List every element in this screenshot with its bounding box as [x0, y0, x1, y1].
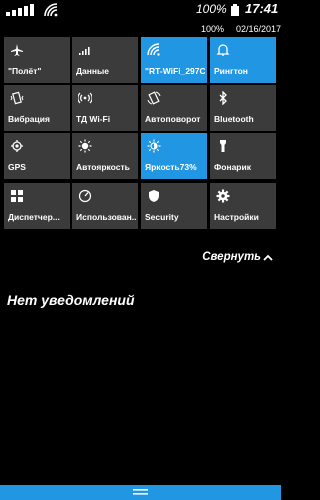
wifi-icon	[147, 43, 160, 56]
tile-label: Security	[145, 212, 179, 222]
tile-label: Использован...	[76, 212, 136, 222]
speedometer-icon	[78, 189, 92, 203]
grid-icon	[11, 190, 23, 202]
tile-speedometer[interactable]: Использован...	[72, 183, 138, 229]
clock: 17:41	[245, 1, 279, 16]
tile-vibration[interactable]: Вибрация	[4, 85, 70, 131]
battery-icon	[231, 4, 239, 16]
rotate-icon	[147, 91, 161, 105]
battery-percentage: 100%	[196, 2, 227, 16]
chevron-up-icon[interactable]	[263, 254, 273, 261]
tile-brightness[interactable]: Яркость73%	[141, 133, 207, 179]
vibration-icon	[10, 91, 24, 105]
tile-label: Вибрация	[8, 114, 50, 124]
tile-label: Данные	[76, 66, 110, 76]
battery-percentage-secondary: 100%	[201, 24, 225, 34]
bluetooth-icon	[219, 91, 227, 105]
signal-strength-icon	[6, 4, 34, 16]
shield-icon	[148, 190, 160, 202]
tile-label: Bluetooth	[214, 114, 254, 124]
tile-label: ТД Wi-Fi	[76, 114, 111, 124]
tile-label: Настройки	[214, 212, 259, 222]
tile-label: Фонарик	[214, 162, 251, 172]
auto-brightness-icon	[78, 139, 92, 153]
tile-label: Яркость73%	[145, 162, 197, 172]
tile-grid[interactable]: Диспетчер...	[4, 183, 70, 229]
tile-label: Автоповорот	[145, 114, 201, 124]
airplane-icon	[11, 44, 23, 56]
tile-auto-brightness[interactable]: Автояркость	[72, 133, 138, 179]
gear-icon	[216, 189, 230, 203]
status-bar: 100% 17:41	[0, 0, 281, 20]
tile-bluetooth[interactable]: Bluetooth	[210, 85, 276, 131]
tile-rotate[interactable]: Автоповорот	[141, 85, 207, 131]
empty-notifications-message: Нет уведомлений	[7, 292, 135, 308]
tile-label: Рингтон	[214, 66, 248, 76]
drag-handle-icon[interactable]	[133, 489, 148, 496]
tile-cellular-data[interactable]: Данные	[72, 37, 138, 83]
tile-bell[interactable]: Рингтон	[210, 37, 276, 83]
tile-wifi[interactable]: "RT-WiFi_297C"	[141, 37, 207, 83]
collapse-button[interactable]: Свернуть	[202, 251, 261, 263]
tile-flashlight[interactable]: Фонарик	[210, 133, 276, 179]
flashlight-icon	[220, 140, 226, 152]
tile-airplane[interactable]: "Полёт"	[4, 37, 70, 83]
bell-icon	[216, 44, 230, 56]
tile-location[interactable]: GPS	[4, 133, 70, 179]
date: 02/16/2017	[236, 24, 282, 34]
location-icon	[11, 140, 23, 152]
tile-label: "Полёт"	[8, 66, 42, 76]
tile-label: GPS	[8, 162, 26, 172]
tile-label: "RT-WiFi_297C"	[145, 66, 205, 76]
tile-label: Диспетчер...	[8, 212, 60, 222]
tile-gear[interactable]: Настройки	[210, 183, 276, 229]
tile-hotspot[interactable]: ТД Wi-Fi	[72, 85, 138, 131]
tile-label: Автояркость	[76, 162, 130, 172]
hotspot-icon	[78, 92, 92, 104]
cellular-data-icon	[79, 47, 90, 55]
brightness-icon	[147, 139, 161, 153]
wifi-status-icon	[44, 3, 58, 17]
tile-shield[interactable]: Security	[141, 183, 207, 229]
